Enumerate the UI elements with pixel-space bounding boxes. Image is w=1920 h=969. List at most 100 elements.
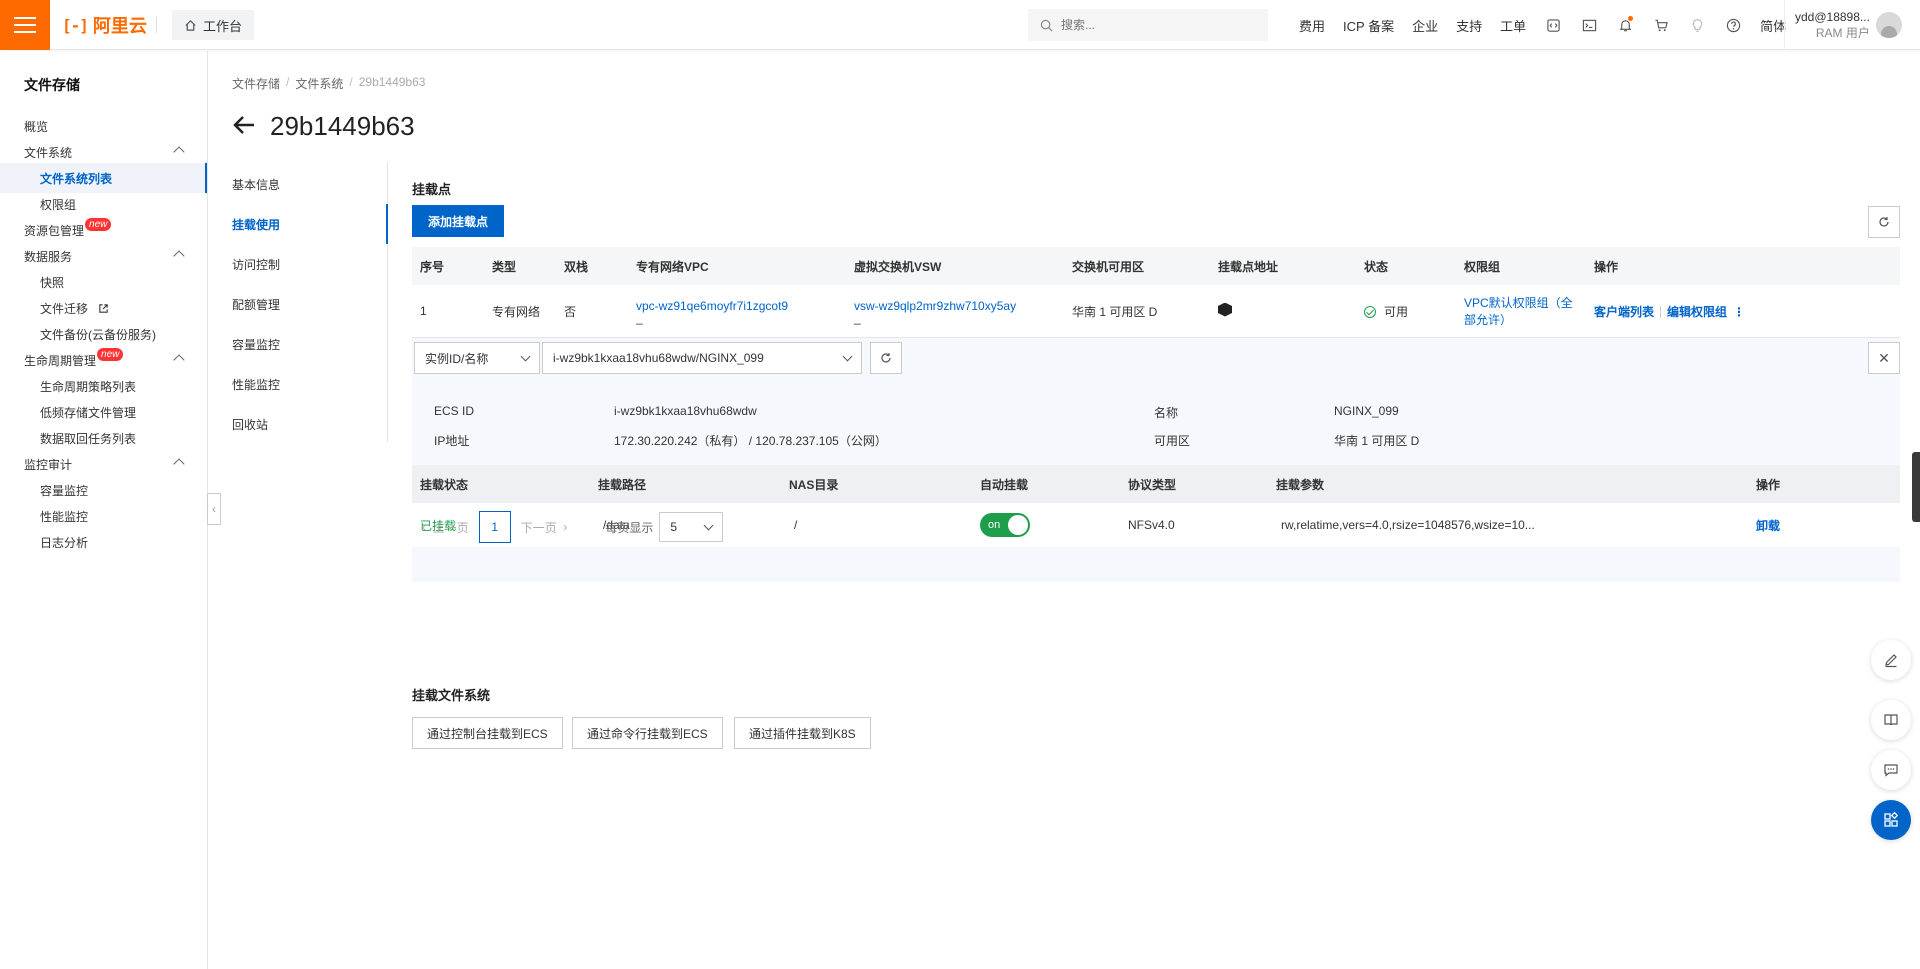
table-header-row: 序号 类型 双栈 专有网络VPC 虚拟交换机VSW 交换机可用区 挂载点地址 状… [412, 247, 1900, 285]
mount-via-k8s-plugin-button[interactable]: 通过插件挂载到K8S [734, 717, 871, 749]
sidebar-item-label: 性能监控 [40, 509, 89, 524]
new-badge: new [97, 347, 124, 361]
sidebar-item-label: 文件系统 [24, 145, 73, 160]
hamburger-menu-button[interactable] [0, 0, 50, 50]
col-nas-dir: NAS目录 [781, 465, 972, 503]
section-title-mount-points: 挂载点 [412, 182, 452, 197]
instance-refresh-button[interactable] [870, 342, 902, 374]
prev-page-button[interactable]: ‹ 上一页 [412, 511, 479, 543]
unmount-link[interactable]: 卸载 [1756, 519, 1780, 533]
nav-ticket[interactable]: 工单 [1491, 16, 1535, 35]
bell-icon[interactable] [1607, 15, 1643, 33]
nav-billing[interactable]: 费用 [1290, 16, 1334, 35]
chevron-down-icon [703, 520, 714, 530]
search-input[interactable] [1061, 18, 1251, 32]
tab-quota-management[interactable]: 配额管理 [232, 296, 280, 313]
apps-button[interactable] [1871, 800, 1911, 840]
brand-name: 阿里云 [92, 16, 147, 36]
vsw-link[interactable]: vsw-wz9qlp2mr9zhw710xy5ay [854, 299, 1056, 313]
back-arrow-icon[interactable] [232, 114, 256, 140]
chat-button[interactable] [1871, 750, 1911, 790]
user-role: RAM 用户 [1815, 26, 1870, 40]
help-icon[interactable] [1715, 18, 1751, 33]
tab-recycle-bin[interactable]: 回收站 [232, 416, 268, 433]
filter-type-value: 实例ID/名称 [425, 351, 489, 366]
client-list-link[interactable]: 客户端列表 [1594, 305, 1654, 319]
main-content: 文件存储 / 文件系统 / 29b1449b63 29b1449b63 基本信息… [208, 51, 1920, 969]
cell-auto-mount: on [972, 503, 1120, 547]
col-mount-address: 挂载点地址 [1210, 247, 1356, 285]
col-index: 序号 [412, 247, 484, 285]
chevron-up-icon [173, 250, 185, 262]
cell-status: 可用 [1356, 285, 1456, 337]
cell-index: 1 [420, 304, 427, 318]
sidebar-title: 文件存储 [24, 77, 80, 93]
edit-permission-group-link[interactable]: 编辑权限组 [1667, 305, 1727, 319]
active-tab-indicator [386, 204, 388, 244]
docs-button[interactable] [1871, 700, 1911, 740]
sidebar-item-label: 容量监控 [40, 483, 89, 498]
sidebar-item-log-analysis[interactable]: 日志分析 [0, 527, 207, 557]
workbench-label: 工作台 [203, 18, 243, 34]
filter-type-select[interactable]: 实例ID/名称 [414, 342, 540, 374]
grid-apps-icon [1884, 812, 1899, 827]
user-menu[interactable]: ydd@18898... RAM 用户 [1784, 0, 1920, 50]
nav-icp[interactable]: ICP 备案 [1334, 16, 1403, 35]
search-icon [1040, 19, 1053, 31]
ecs-id-label: ECS ID [434, 404, 475, 418]
tab-access-control[interactable]: 访问控制 [232, 256, 280, 273]
ecs-id-link[interactable]: i-wz9bk1kxaa18vhu68wdw [614, 404, 757, 418]
close-panel-button[interactable]: ✕ [1868, 342, 1900, 374]
tab-capacity-monitor[interactable]: 容量监控 [232, 336, 280, 353]
tab-mount-usage[interactable]: 挂载使用 [232, 216, 280, 233]
aliyun-logo[interactable]: [-] 阿里云 [62, 13, 147, 37]
add-mount-point-button[interactable]: 添加挂载点 [412, 205, 505, 237]
breadcrumb-item[interactable]: 文件存储 [232, 75, 280, 92]
menu-icon-line [14, 24, 36, 26]
nav-support[interactable]: 支持 [1447, 16, 1491, 35]
menu-icon-line [14, 31, 36, 33]
status-text: 可用 [1384, 304, 1409, 319]
table-header-row: 挂载状态 挂载路径 NAS目录 自动挂载 协议类型 挂载参数 操作 [412, 465, 1900, 503]
per-page-value: 5 [670, 520, 678, 534]
avatar [1875, 12, 1902, 38]
workbench-button[interactable]: 工作台 [172, 10, 255, 40]
edit-feedback-button[interactable] [1871, 640, 1911, 680]
next-page-button[interactable]: 下一页 › [511, 511, 578, 543]
mount-via-cli-button[interactable]: 通过命令行挂载到ECS [572, 717, 723, 749]
more-actions-icon[interactable]: ⋮ [1733, 305, 1745, 319]
code-icon[interactable] [1535, 18, 1571, 33]
search-box[interactable] [1028, 9, 1268, 41]
instance-select[interactable]: i-wz9bk1kxaa18vhu68wdw/NGINX_099 [542, 342, 862, 374]
side-handle[interactable] [1912, 452, 1920, 522]
nav-enterprise[interactable]: 企业 [1403, 16, 1447, 35]
page-1-button[interactable]: 1 [478, 511, 511, 543]
sidebar-item-label: 数据取回任务列表 [40, 431, 137, 446]
mount-via-console-button[interactable]: 通过控制台挂载到ECS [412, 717, 563, 749]
terminal-icon[interactable] [1571, 18, 1607, 33]
auto-mount-toggle[interactable]: on [980, 513, 1030, 537]
tab-performance-monitor[interactable]: 性能监控 [232, 376, 280, 393]
top-nav: 费用 ICP 备案 企业 支持 工单 简体 [1290, 0, 1795, 50]
breadcrumb-current: 29b1449b63 [358, 75, 426, 89]
chevron-up-icon [173, 146, 185, 158]
tab-basic-info[interactable]: 基本信息 [232, 176, 280, 193]
cart-icon[interactable] [1643, 18, 1679, 33]
sidebar-item-label: 监控审计 [24, 457, 73, 472]
cell-dual-stack: 否 [564, 304, 577, 319]
zone-value: 华南 1 可用区 D [1334, 434, 1420, 448]
col-protocol: 协议类型 [1120, 465, 1268, 503]
permission-group-link[interactable]: VPC默认权限组（全 部允许） [1464, 294, 1578, 328]
sidebar-item-label: 快照 [40, 275, 65, 290]
per-page-select[interactable]: 5 [659, 512, 724, 542]
mount-address-cube-icon[interactable] [1218, 302, 1232, 317]
refresh-button[interactable] [1868, 206, 1900, 238]
col-vsw: 虚拟交换机VSW [846, 247, 1064, 285]
instance-name-label: 名称 [1154, 406, 1179, 420]
permission-group-label-line1: VPC默认权限组（全 [1464, 296, 1573, 310]
aliyun-logo-icon: [-] [62, 15, 89, 35]
col-mount-path: 挂载路径 [590, 465, 781, 503]
breadcrumb-item[interactable]: 文件系统 [295, 75, 343, 92]
vpc-link[interactable]: vpc-wz91qe6moyfr7i1zgcot9 [636, 299, 838, 313]
lightbulb-icon[interactable] [1679, 18, 1715, 33]
